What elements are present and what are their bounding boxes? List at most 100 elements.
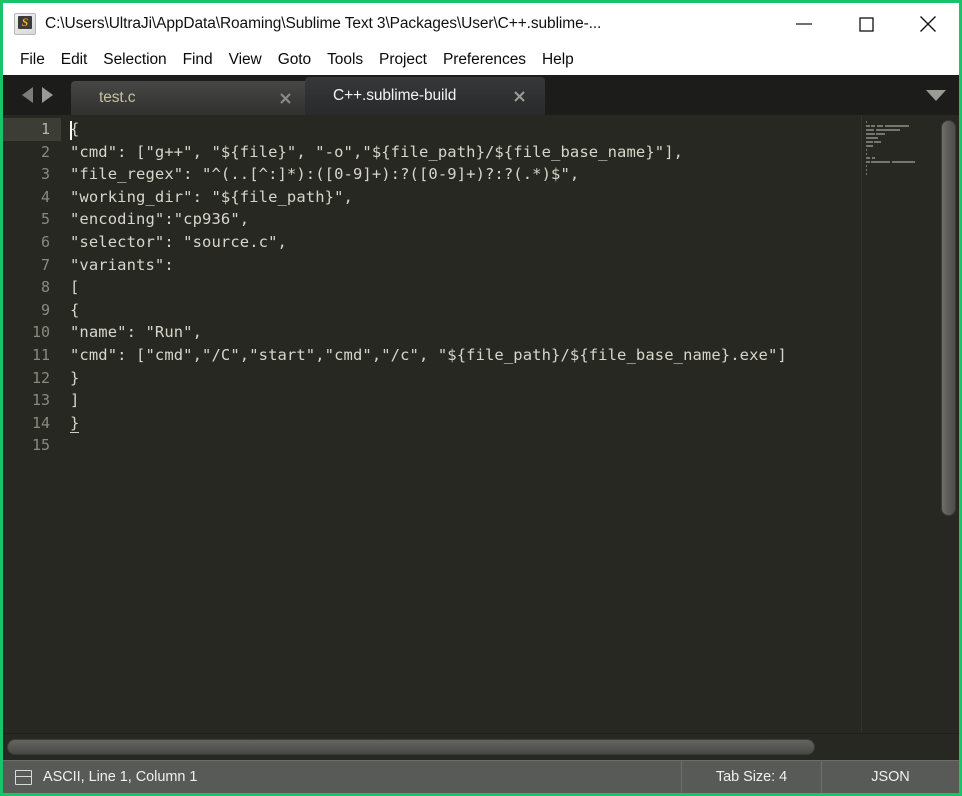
status-tab-size[interactable]: Tab Size: 4 (681, 761, 821, 793)
tab-navigation (3, 75, 71, 115)
title-bar: C:\Users\UltraJi\AppData\Roaming\Sublime… (3, 3, 959, 45)
line-number: 2 (40, 142, 50, 161)
panel-toggle-icon[interactable] (15, 769, 32, 785)
vertical-scrollbar-thumb[interactable] (941, 120, 956, 516)
minimap-line (866, 176, 937, 180)
code-line[interactable]: } (61, 367, 959, 390)
menu-item-view[interactable]: View (221, 49, 270, 72)
minimap-token (866, 161, 870, 163)
line-number: 3 (40, 165, 50, 184)
window-title: C:\Users\UltraJi\AppData\Roaming\Sublime… (45, 15, 602, 32)
tab-label: C++.sublime-build (333, 87, 457, 104)
minimap-token (866, 129, 875, 131)
minimap-token (866, 173, 867, 175)
tab-bar-filler (539, 75, 913, 115)
menu-item-project[interactable]: Project (371, 49, 435, 72)
menu-bar: File Edit Selection Find View Goto Tools… (3, 45, 959, 75)
line-number: 1 (3, 118, 61, 141)
arrow-right-icon[interactable] (41, 87, 53, 103)
menu-item-goto[interactable]: Goto (270, 49, 319, 72)
line-number: 10 (31, 323, 50, 342)
menu-item-file[interactable]: File (12, 49, 53, 72)
horizontal-scrollbar[interactable] (3, 733, 959, 760)
minimap-token (891, 161, 915, 163)
menu-item-tools[interactable]: Tools (319, 49, 371, 72)
minimap-token (866, 153, 867, 155)
tab-test-c[interactable]: test.c (71, 81, 311, 115)
minimap-token (871, 125, 876, 127)
minimap-token (866, 149, 867, 151)
code-line[interactable]: "name": "Run", (61, 321, 959, 344)
minimap-token (866, 165, 867, 167)
line-number: 7 (40, 255, 50, 274)
minimap-token (876, 133, 886, 135)
status-syntax[interactable]: JSON (821, 761, 959, 793)
code-line[interactable] (61, 434, 959, 457)
tab-cpp-sublime-build[interactable]: C++.sublime-build (305, 77, 545, 115)
minimap-token (866, 169, 867, 171)
matching-bracket: } (70, 413, 80, 433)
code-line[interactable]: ] (61, 389, 959, 412)
menu-item-find[interactable]: Find (175, 49, 221, 72)
line-number: 5 (40, 210, 50, 229)
minimap-token (876, 125, 884, 127)
status-left-group: ASCII, Line 1, Column 1 (3, 769, 681, 785)
line-number: 11 (31, 345, 50, 364)
menu-item-help[interactable]: Help (534, 49, 582, 72)
line-number: 6 (40, 232, 50, 251)
minimap[interactable] (861, 115, 937, 733)
code-line-bracket-match[interactable]: } (61, 412, 959, 435)
code-line[interactable]: "encoding":"cp936", (61, 208, 959, 231)
minimap-token (875, 129, 901, 131)
close-button[interactable] (897, 3, 959, 45)
application-window: C:\Users\UltraJi\AppData\Roaming\Sublime… (0, 0, 962, 796)
editor: 1 2 3 4 5 6 7 8 9 10 11 12 13 14 15 { "c… (3, 115, 959, 733)
close-icon[interactable] (273, 81, 297, 115)
minimap-token (884, 125, 909, 127)
vertical-scrollbar[interactable] (941, 120, 956, 728)
tab-label: test.c (99, 89, 136, 106)
code-line[interactable]: "cmd": ["g++", "${file}", "-o","${file_p… (61, 141, 959, 164)
code-line[interactable]: "variants": (61, 254, 959, 277)
minimap-token (874, 141, 882, 143)
code-line[interactable]: { (61, 118, 959, 141)
window-controls (773, 3, 959, 45)
menu-item-preferences[interactable]: Preferences (435, 49, 534, 72)
line-number: 14 (31, 413, 50, 432)
code-line[interactable]: { (61, 299, 959, 322)
maximize-button[interactable] (835, 3, 897, 45)
minimap-token (866, 125, 870, 127)
menu-item-selection[interactable]: Selection (95, 49, 174, 72)
code-line[interactable]: [ (61, 276, 959, 299)
sublime-text-icon (14, 13, 36, 35)
code-line[interactable]: "file_regex": "^(..[^:]*):([0-9]+):?([0-… (61, 163, 959, 186)
horizontal-scrollbar-thumb[interactable] (7, 739, 815, 755)
status-bar: ASCII, Line 1, Column 1 Tab Size: 4 JSON (3, 760, 959, 793)
tab-bar: test.c C++.sublime-build (3, 75, 959, 115)
minimap-token (866, 141, 873, 143)
line-number: 4 (40, 187, 50, 206)
line-number-gutter: 1 2 3 4 5 6 7 8 9 10 11 12 13 14 15 (3, 115, 61, 733)
line-number: 13 (31, 391, 50, 410)
minimap-token (866, 157, 871, 159)
menu-item-edit[interactable]: Edit (53, 49, 96, 72)
minimap-token (866, 121, 867, 123)
minimap-token (871, 157, 876, 159)
code-line[interactable]: "selector": "source.c", (61, 231, 959, 254)
line-number: 9 (40, 300, 50, 319)
close-icon[interactable] (507, 77, 531, 115)
chevron-down-icon[interactable] (913, 75, 959, 115)
code-line[interactable]: "working_dir": "${file_path}", (61, 186, 959, 209)
code-line[interactable]: "cmd": ["cmd","/C","start","cmd","/c", "… (61, 344, 959, 367)
minimap-token (866, 145, 873, 147)
minimap-token (871, 161, 891, 163)
arrow-left-icon[interactable] (21, 87, 33, 103)
line-number: 8 (40, 278, 50, 297)
minimap-token (866, 133, 875, 135)
minimize-button[interactable] (773, 3, 835, 45)
minimap-token (866, 137, 878, 139)
status-encoding-position: ASCII, Line 1, Column 1 (43, 769, 198, 785)
line-number: 12 (31, 368, 50, 387)
code-text-area[interactable]: { "cmd": ["g++", "${file}", "-o","${file… (61, 115, 959, 733)
line-number: 15 (31, 436, 50, 455)
